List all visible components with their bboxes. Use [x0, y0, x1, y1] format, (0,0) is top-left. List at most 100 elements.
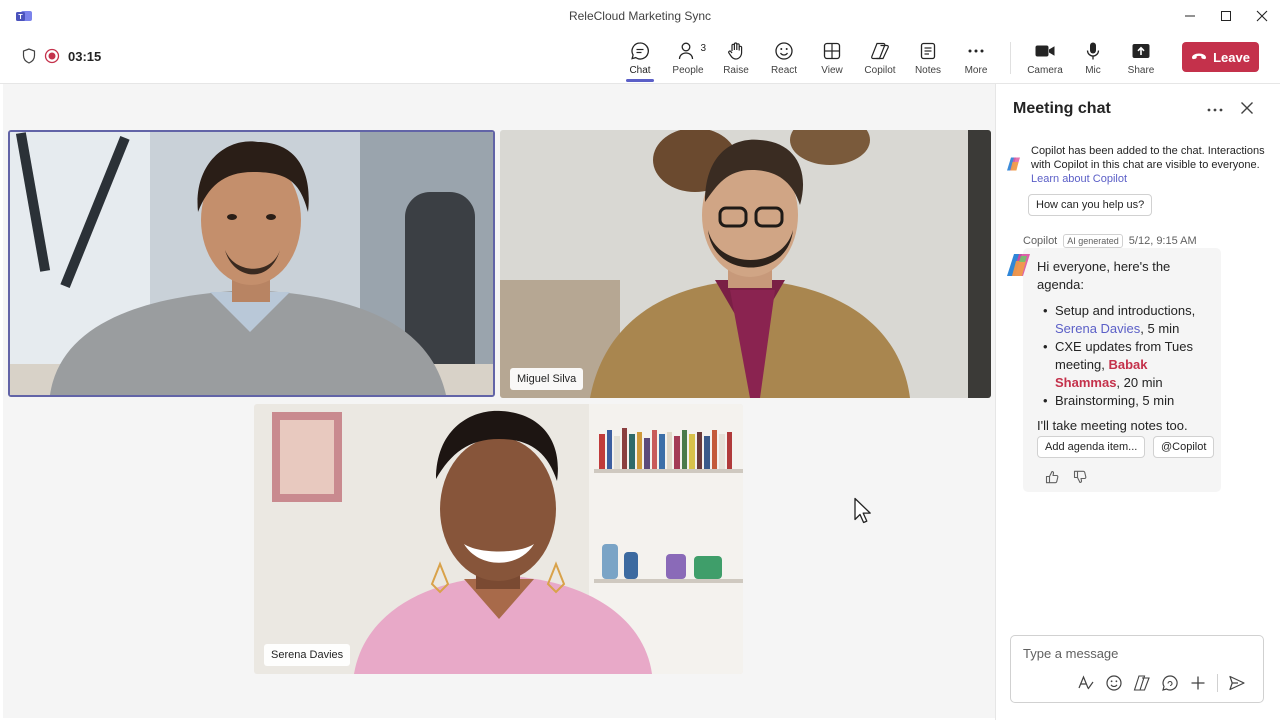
emoji-icon[interactable]	[1105, 674, 1123, 692]
maximize-button[interactable]	[1208, 0, 1244, 32]
raise-label: Raise	[723, 65, 749, 76]
notes-button[interactable]: Notes	[904, 32, 952, 84]
agenda-item-text: Setup and introductions,	[1055, 303, 1196, 318]
share-label: Share	[1127, 65, 1155, 76]
view-label: View	[821, 65, 843, 76]
video-tile-participant-1[interactable]	[8, 130, 495, 397]
suggestion-help-button[interactable]: How can you help us?	[1028, 194, 1153, 216]
list-item: Brainstorming, 5 min	[1041, 392, 1213, 410]
meeting-toolbar: 03:15 Chat 3 People Raise React View Cop…	[0, 32, 1280, 84]
phone-hangup-icon	[1191, 52, 1207, 62]
add-attachment-icon[interactable]	[1189, 674, 1207, 692]
microphone-icon	[1082, 40, 1104, 62]
emoji-icon	[773, 40, 795, 62]
share-button[interactable]: Share	[1117, 32, 1165, 84]
chat-more-options-button[interactable]	[1205, 100, 1225, 120]
format-text-icon[interactable]	[1077, 674, 1095, 692]
recording-icon	[44, 48, 60, 64]
copilot-small-icon	[1006, 156, 1022, 172]
react-button[interactable]: React	[760, 32, 808, 84]
chat-icon	[629, 40, 651, 62]
participant-video	[500, 130, 991, 398]
video-stage: Miguel Silva Serena Davies	[3, 84, 995, 718]
copilot-avatar-icon	[1006, 252, 1032, 278]
raise-hand-button[interactable]: Raise	[712, 32, 760, 84]
thumbs-up-icon[interactable]	[1045, 470, 1059, 484]
copilot-icon[interactable]	[1133, 674, 1151, 692]
tab-people-label: People	[672, 65, 704, 76]
message-sender: Copilot	[1023, 235, 1058, 247]
message-body: Hi everyone, here's the agenda: Setup an…	[1037, 258, 1213, 435]
message-input[interactable]	[1023, 646, 1243, 661]
participant-name-tag: Serena Davies	[264, 644, 351, 666]
tab-people[interactable]: 3 People	[664, 32, 712, 84]
chat-close-button[interactable]	[1239, 100, 1255, 116]
title-bar: T ReleCloud Marketing Sync	[0, 0, 1280, 32]
thumbs-down-icon[interactable]	[1073, 470, 1087, 484]
message-outro: I'll take meeting notes too.	[1037, 418, 1188, 433]
leave-button[interactable]: Leave	[1182, 42, 1259, 72]
notes-label: Notes	[914, 65, 942, 76]
more-icon	[965, 40, 987, 62]
learn-about-copilot-link[interactable]: Learn about Copilot	[1031, 173, 1127, 185]
copilot-icon	[869, 40, 891, 62]
mouse-pointer-icon	[853, 497, 873, 525]
message-intro: Hi everyone, here's the agenda:	[1037, 259, 1171, 292]
copilot-message-bubble: Hi everyone, here's the agenda: Setup an…	[1023, 248, 1221, 492]
agenda-item-text: Brainstorming, 5 min	[1055, 393, 1175, 408]
meeting-chat-panel: Meeting chat Copilot has been added to t…	[995, 84, 1280, 720]
minimize-button[interactable]	[1172, 0, 1208, 32]
mention-serena-davies[interactable]: Serena Davies	[1055, 321, 1140, 336]
add-agenda-item-button[interactable]: Add agenda item...	[1037, 436, 1146, 458]
agenda-item-suffix: , 5 min	[1140, 321, 1180, 336]
leave-label: Leave	[1213, 49, 1250, 65]
tab-chat-label: Chat	[629, 65, 651, 76]
agenda-item-suffix: , 20 min	[1116, 375, 1163, 390]
send-icon[interactable]	[1228, 674, 1246, 692]
mic-label: Mic	[1085, 65, 1101, 76]
message-composer	[1010, 635, 1264, 703]
camera-icon	[1034, 40, 1056, 62]
more-label: More	[964, 65, 988, 76]
people-icon: 3	[677, 40, 706, 62]
copilot-label: Copilot	[864, 65, 896, 76]
view-button[interactable]: View	[808, 32, 856, 84]
copilot-button[interactable]: Copilot	[856, 32, 904, 84]
hand-icon	[725, 40, 747, 62]
meeting-status: 03:15	[22, 48, 101, 64]
system-message-text: Copilot has been added to the chat. Inte…	[1031, 145, 1265, 171]
grid-view-icon	[821, 40, 843, 62]
camera-button[interactable]: Camera	[1021, 32, 1069, 84]
camera-label: Camera	[1027, 65, 1063, 76]
message-timestamp: 5/12, 9:15 AM	[1128, 235, 1197, 247]
react-label: React	[770, 65, 798, 76]
notes-icon	[917, 40, 939, 62]
ai-generated-badge: AI generated	[1063, 234, 1123, 248]
loop-component-icon[interactable]	[1161, 674, 1179, 692]
participant-video	[10, 132, 493, 395]
agenda-list: Setup and introductions, Serena Davies, …	[1037, 302, 1213, 410]
tab-chat[interactable]: Chat	[616, 32, 664, 84]
video-tile-serena-davies[interactable]: Serena Davies	[254, 404, 743, 674]
mic-button[interactable]: Mic	[1069, 32, 1117, 84]
share-screen-icon	[1130, 40, 1152, 62]
video-tile-miguel-silva[interactable]: Miguel Silva	[500, 130, 991, 398]
window-title: ReleCloud Marketing Sync	[568, 9, 712, 23]
chat-panel-title: Meeting chat	[1013, 100, 1111, 117]
composer-divider	[1217, 674, 1218, 692]
toolbar-divider	[1010, 42, 1011, 74]
people-count: 3	[700, 43, 706, 54]
participant-name-tag: Miguel Silva	[510, 368, 584, 390]
composer-toolbar	[1077, 674, 1246, 692]
list-item: CXE updates from Tues meeting, Babak Sha…	[1041, 338, 1213, 392]
message-header: Copilot AI generated 5/12, 9:15 AM	[1023, 234, 1197, 248]
meeting-tools: Chat 3 People Raise React View Copilot N…	[616, 32, 1165, 84]
shield-icon	[22, 48, 36, 64]
close-window-button[interactable]	[1244, 0, 1280, 32]
list-item: Setup and introductions, Serena Davies, …	[1041, 302, 1213, 338]
window-controls	[1172, 0, 1280, 32]
more-button[interactable]: More	[952, 32, 1000, 84]
mention-copilot-button[interactable]: @Copilot	[1153, 436, 1215, 458]
system-message: Copilot has been added to the chat. Inte…	[1031, 144, 1271, 186]
participant-video	[254, 404, 743, 674]
